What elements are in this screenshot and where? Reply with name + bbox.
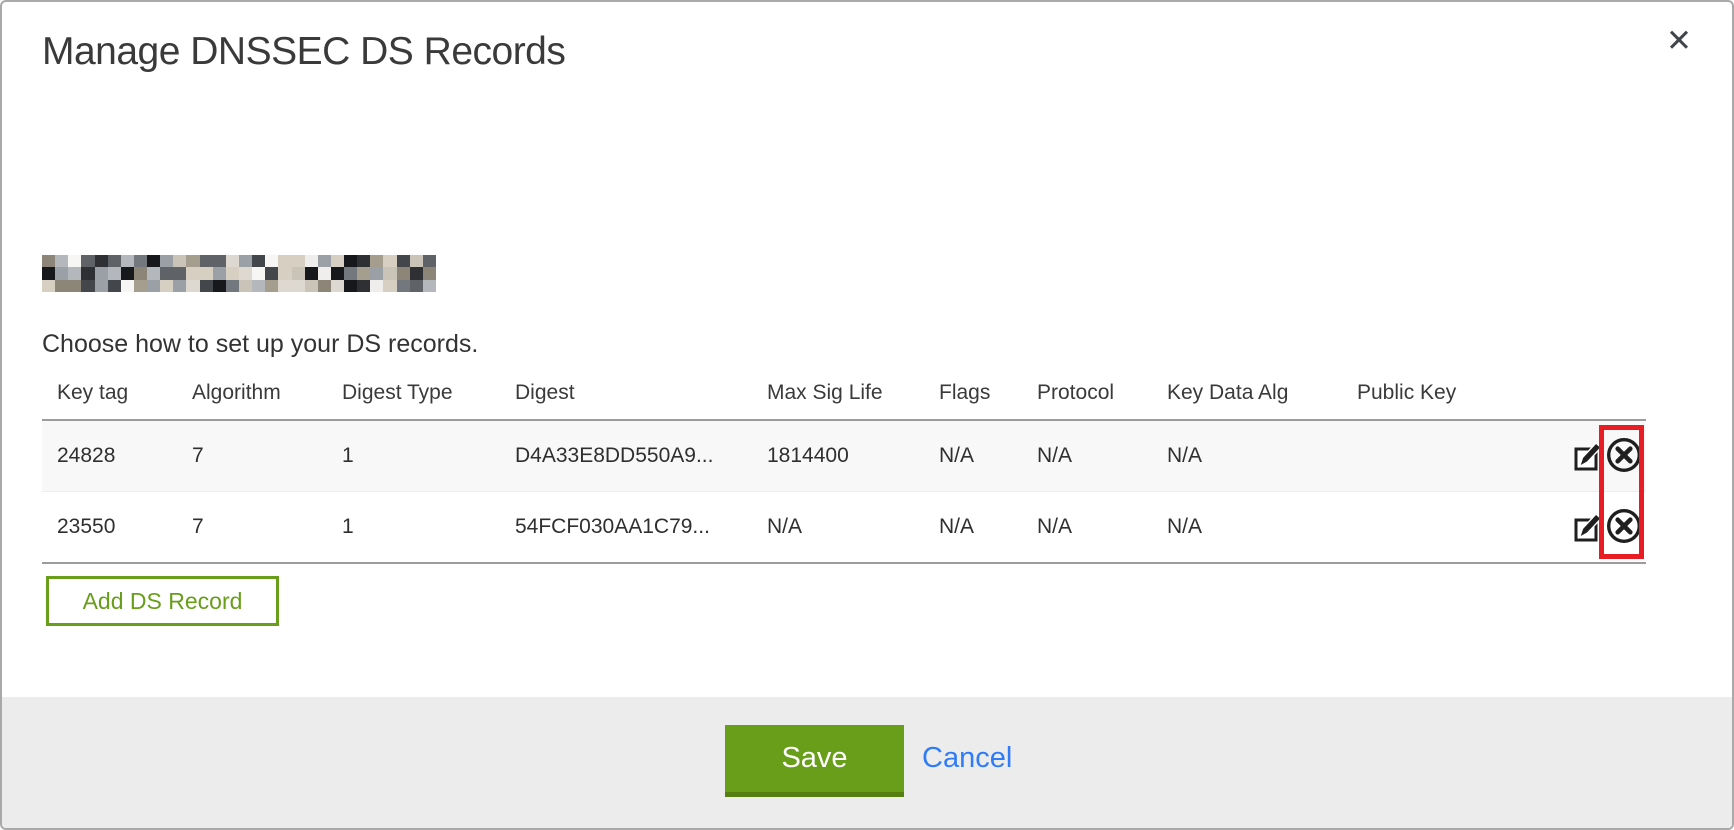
- cell-key-tag: 24828: [42, 420, 177, 492]
- delete-record-button[interactable]: [1605, 436, 1643, 477]
- modal-footer: Save Cancel: [2, 697, 1732, 828]
- domain-name-redacted: [42, 255, 436, 292]
- col-header-actions: [1487, 368, 1646, 420]
- table-row: 24828 7 1 D4A33E8DD550A9... 1814400 N/A …: [42, 420, 1646, 492]
- cell-flags: N/A: [924, 420, 1022, 492]
- cell-protocol: N/A: [1022, 420, 1152, 492]
- delete-circle-x-icon: [1605, 507, 1643, 548]
- cell-public-key: [1342, 492, 1487, 564]
- cell-digest: D4A33E8DD550A9...: [500, 420, 752, 492]
- cell-digest-type: 1: [327, 420, 500, 492]
- col-header-protocol: Protocol: [1022, 368, 1152, 420]
- edit-record-button[interactable]: [1571, 438, 1604, 475]
- col-header-digest: Digest: [500, 368, 752, 420]
- col-header-public-key: Public Key: [1342, 368, 1487, 420]
- table-row: 23550 7 1 54FCF030AA1C79... N/A N/A N/A …: [42, 492, 1646, 564]
- cell-digest-type: 1: [327, 492, 500, 564]
- edit-record-button[interactable]: [1571, 509, 1604, 546]
- manage-dnssec-modal: Manage DNSSEC DS Records ✕ Choose how to…: [0, 0, 1734, 830]
- page-title: Manage DNSSEC DS Records: [42, 30, 565, 74]
- instruction-text: Choose how to set up your DS records.: [42, 330, 478, 359]
- screen: Manage DNSSEC DS Records ✕ Choose how to…: [0, 0, 1734, 830]
- cell-max-sig-life: 1814400: [752, 420, 924, 492]
- cancel-link[interactable]: Cancel: [922, 742, 1012, 775]
- ds-records-table: Key tag Algorithm Digest Type Digest Max…: [42, 368, 1646, 564]
- col-header-algorithm: Algorithm: [177, 368, 327, 420]
- cell-actions: [1487, 492, 1646, 564]
- cell-algorithm: 7: [177, 420, 327, 492]
- delete-record-button[interactable]: [1605, 507, 1643, 548]
- cell-max-sig-life: N/A: [752, 492, 924, 564]
- cell-protocol: N/A: [1022, 492, 1152, 564]
- cell-public-key: [1342, 420, 1487, 492]
- add-ds-record-button[interactable]: Add DS Record: [46, 576, 279, 626]
- save-button[interactable]: Save: [725, 725, 904, 797]
- edit-icon: [1571, 509, 1604, 546]
- table-header-row: Key tag Algorithm Digest Type Digest Max…: [42, 368, 1646, 420]
- delete-circle-x-icon: [1605, 436, 1643, 477]
- col-header-key-tag: Key tag: [42, 368, 177, 420]
- close-icon[interactable]: ✕: [1666, 26, 1692, 57]
- cell-flags: N/A: [924, 492, 1022, 564]
- cell-key-data-alg: N/A: [1152, 492, 1342, 564]
- col-header-key-data-alg: Key Data Alg: [1152, 368, 1342, 420]
- col-header-flags: Flags: [924, 368, 1022, 420]
- cell-algorithm: 7: [177, 492, 327, 564]
- col-header-max-sig-life: Max Sig Life: [752, 368, 924, 420]
- cell-key-data-alg: N/A: [1152, 420, 1342, 492]
- cell-actions: [1487, 420, 1646, 492]
- edit-icon: [1571, 438, 1604, 475]
- cell-key-tag: 23550: [42, 492, 177, 564]
- cell-digest: 54FCF030AA1C79...: [500, 492, 752, 564]
- col-header-digest-type: Digest Type: [327, 368, 500, 420]
